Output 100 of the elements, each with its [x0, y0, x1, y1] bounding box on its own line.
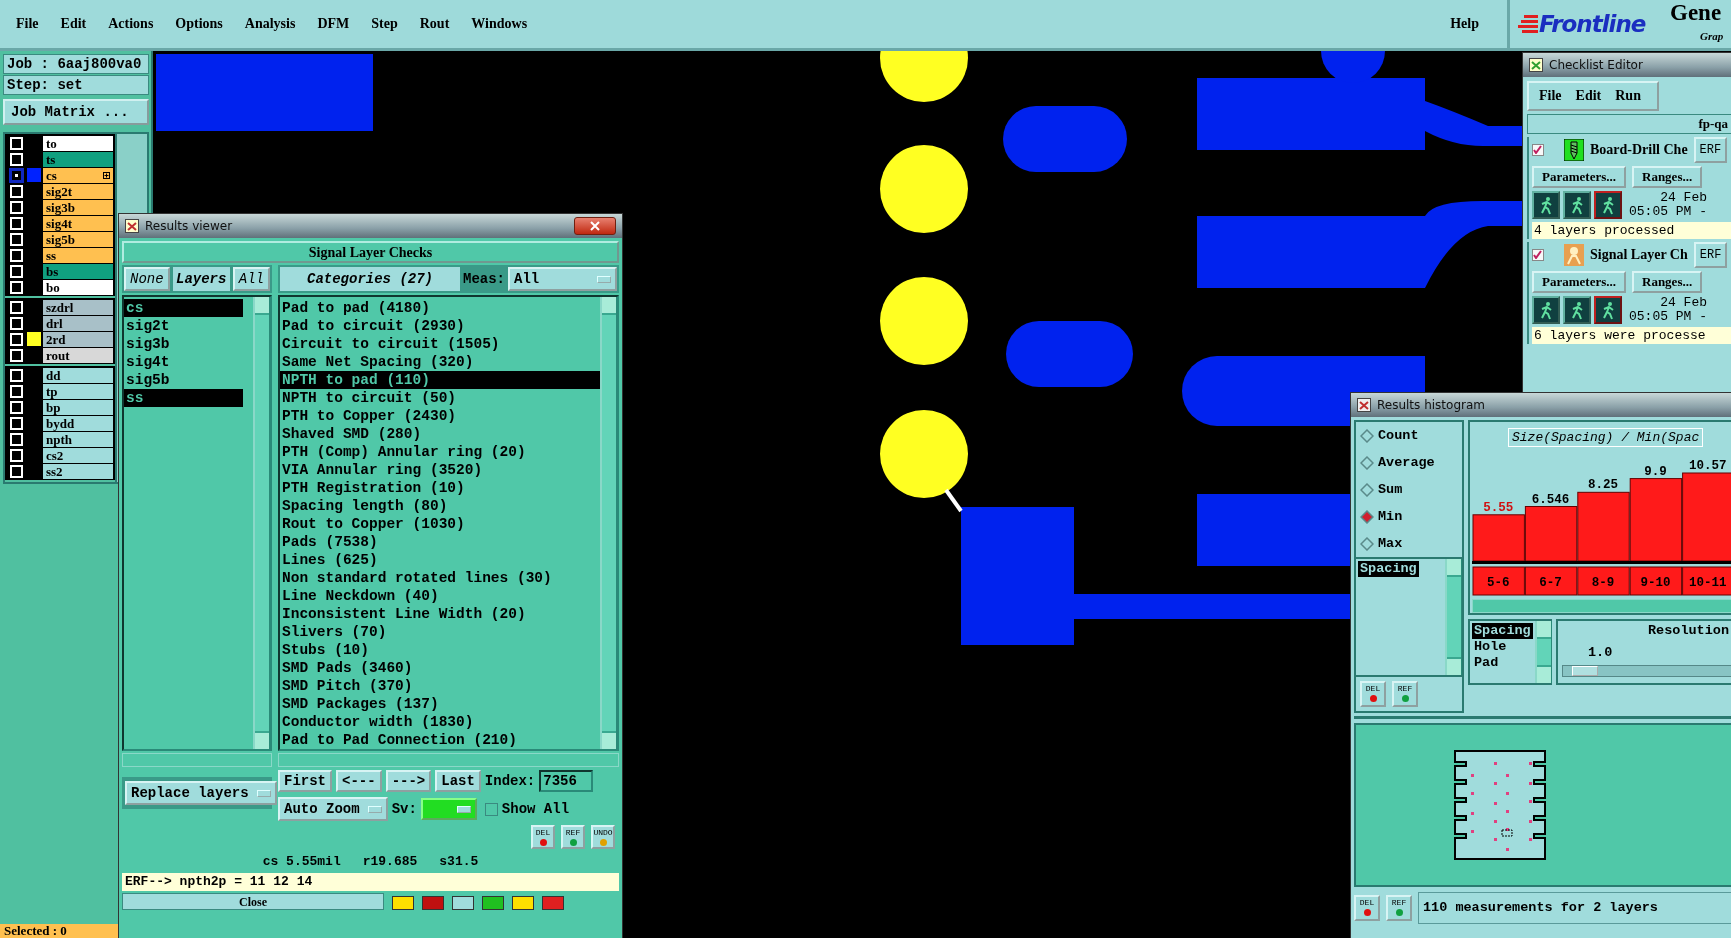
resolution-slider[interactable]	[1562, 665, 1731, 677]
check-checkbox[interactable]	[1532, 249, 1544, 261]
close-icon[interactable]	[574, 217, 616, 235]
toolbar-icon[interactable]	[452, 896, 474, 910]
category-list-item[interactable]: Rout to Copper (1030)	[280, 515, 600, 533]
slider-thumb[interactable]	[1571, 666, 1598, 676]
running-figure-icon[interactable]	[1563, 191, 1591, 219]
menu-item[interactable]: Edit	[1575, 88, 1602, 104]
radio-button[interactable]	[1360, 509, 1374, 524]
menu-item[interactable]: Actions	[108, 16, 154, 32]
menu-item[interactable]: Analysis	[244, 16, 296, 32]
close-button[interactable]: Close	[122, 893, 384, 910]
category-list-item[interactable]: Spacing length (80)	[280, 497, 600, 515]
toolbar-icon[interactable]	[392, 896, 414, 910]
category-list-item[interactable]: Line Neckdown (40)	[280, 587, 600, 605]
menu-item[interactable]: File	[1539, 88, 1562, 104]
layer-name[interactable]: bydd	[43, 415, 113, 431]
tool-button[interactable]: DEL	[1354, 895, 1380, 921]
replace-layers-dropdown[interactable]: Replace layers	[125, 781, 277, 805]
layer-checkbox[interactable]	[10, 168, 23, 182]
none-button[interactable]: None	[124, 267, 170, 291]
category-list-item[interactable]: SMD Pitch (370)	[280, 677, 600, 695]
navigation-button[interactable]: Last	[435, 770, 481, 792]
radio-button[interactable]	[1360, 455, 1374, 470]
running-figure-icon[interactable]	[1594, 191, 1622, 219]
layer-name[interactable]: bo	[43, 279, 113, 295]
running-figure-icon[interactable]	[1532, 191, 1560, 219]
tool-button[interactable]: REF	[561, 825, 585, 849]
check-checkbox[interactable]	[1532, 144, 1544, 156]
scrollbar[interactable]	[1472, 599, 1731, 613]
category-list-item[interactable]: NPTH to pad (110)	[280, 371, 600, 389]
layer-name[interactable]: rout	[43, 347, 113, 363]
category-list-item[interactable]: VIA Annular ring (3520)	[280, 461, 600, 479]
menu-item[interactable]: Run	[1615, 88, 1641, 104]
severity-color-dropdown[interactable]	[420, 798, 477, 820]
tool-button[interactable]: DEL	[1360, 681, 1386, 707]
scrollbar[interactable]	[1445, 559, 1462, 675]
tool-button[interactable]: UNDO	[591, 825, 615, 849]
menu-item[interactable]: Edit	[60, 16, 87, 32]
scrollbar[interactable]	[122, 753, 272, 767]
radio-button[interactable]	[1360, 482, 1374, 497]
all-button[interactable]: All	[232, 267, 270, 291]
zoom-mode-dropdown[interactable]: Auto Zoom	[278, 797, 388, 821]
meas-dropdown[interactable]: All	[508, 267, 617, 291]
category-list-item[interactable]: Non standard rotated lines (30)	[280, 569, 600, 587]
layer-list-item[interactable]: sig2t	[124, 317, 243, 335]
navigation-button[interactable]: First	[278, 770, 332, 792]
category-list-item[interactable]: Pads (7538)	[280, 533, 600, 551]
parameters-button[interactable]: Parameters...	[1532, 166, 1626, 188]
category-list-item[interactable]: SMD Pads (3460)	[280, 659, 600, 677]
layer-list-item[interactable]: sig5b	[124, 371, 243, 389]
radio-button[interactable]	[1360, 536, 1374, 551]
type-list-item[interactable]: Hole	[1472, 639, 1509, 655]
layer-name[interactable]: sig3b	[43, 199, 113, 215]
category-list-item[interactable]: NPTH to circuit (50)	[280, 389, 600, 407]
scrollbar[interactable]	[253, 297, 270, 749]
layer-name[interactable]: npth	[43, 431, 113, 447]
erf-button[interactable]: ERF	[1693, 137, 1728, 163]
tool-button[interactable]: REF	[1392, 681, 1418, 707]
navigation-button[interactable]: <---	[336, 770, 382, 792]
layer-list-item[interactable]: cs	[124, 299, 243, 317]
category-list-item[interactable]: PTH to Copper (2430)	[280, 407, 600, 425]
category-list-item[interactable]: Slivers (70)	[280, 623, 600, 641]
tool-button[interactable]: DEL	[531, 825, 555, 849]
scrollbar[interactable]	[1534, 621, 1552, 683]
category-list-item[interactable]: PTH Registration (10)	[280, 479, 600, 497]
category-list-item[interactable]: Pad to circuit (2930)	[280, 317, 600, 335]
layer-list-item[interactable]: sig4t	[124, 353, 243, 371]
layer-name[interactable]: bp	[43, 399, 113, 415]
toolbar-icon[interactable]	[482, 896, 504, 910]
layer-name[interactable]: cs2	[43, 447, 113, 463]
layer-name[interactable]: bs	[43, 263, 113, 279]
category-list-item[interactable]: Lines (625)	[280, 551, 600, 569]
layer-name[interactable]: sig5b	[43, 231, 113, 247]
running-figure-icon[interactable]	[1563, 296, 1591, 324]
category-list-item[interactable]: Conductor width (1830)	[280, 713, 600, 731]
category-list-item[interactable]: Same Net Spacing (320)	[280, 353, 600, 371]
layer-name[interactable]: 2rd	[43, 331, 113, 347]
category-list-item[interactable]: Pad to pad (4180)	[280, 299, 600, 317]
ranges-button[interactable]: Ranges...	[1632, 166, 1703, 188]
type-list-item[interactable]: Spacing	[1472, 623, 1533, 639]
running-figure-icon[interactable]	[1594, 296, 1622, 324]
menu-item[interactable]: Options	[175, 16, 223, 32]
parameters-button[interactable]: Parameters...	[1532, 271, 1626, 293]
category-list-item[interactable]: Pad to Pad Connection (210)	[280, 731, 600, 749]
type-list-item[interactable]: Pad	[1472, 655, 1501, 671]
toolbar-icon[interactable]	[512, 896, 534, 910]
layer-name[interactable]: drl	[43, 315, 113, 331]
menu-item[interactable]: Step	[371, 16, 398, 32]
scrollbar[interactable]	[278, 753, 619, 767]
menu-item[interactable]: Windows	[471, 16, 528, 32]
layer-name[interactable]: sig2t	[43, 183, 113, 199]
menu-item[interactable]: DFM	[317, 16, 350, 32]
measure-list-item[interactable]: Spacing	[1358, 561, 1419, 577]
radio-button[interactable]	[1360, 428, 1374, 443]
job-matrix-button[interactable]: Job Matrix ...	[3, 99, 149, 125]
category-list-item[interactable]: Circuit to circuit (1505)	[280, 335, 600, 353]
index-field[interactable]: 7356	[539, 770, 594, 792]
category-list-item[interactable]: PTH (Comp) Annular ring (20)	[280, 443, 600, 461]
erf-button[interactable]: ERF	[1693, 242, 1728, 268]
